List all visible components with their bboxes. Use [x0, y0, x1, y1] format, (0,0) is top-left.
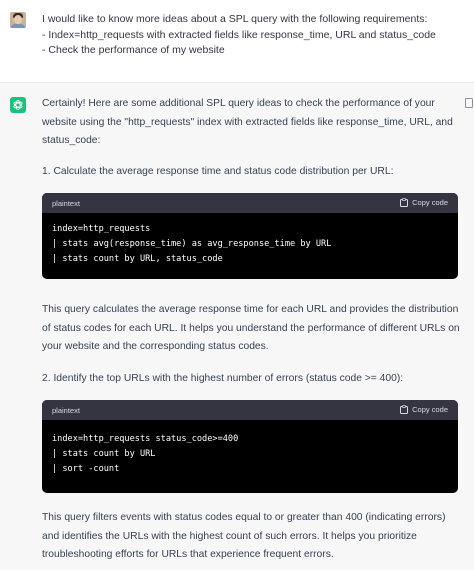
- user-message: I would like to know more ideas about a …: [0, 0, 474, 82]
- assistant-message: Certainly! Here are some additional SPL …: [0, 82, 474, 570]
- code-line: | sort -count: [52, 464, 120, 474]
- copy-code-button[interactable]: Copy code: [400, 405, 448, 414]
- code-content: index=http_requests | stats avg(response…: [42, 213, 458, 267]
- code-block-1: plaintext Copy code index=http_requests …: [42, 193, 458, 279]
- copy-code-button[interactable]: Copy code: [400, 198, 448, 207]
- openai-logo-icon: [10, 97, 26, 113]
- code-line: | stats avg(response_time) as avg_respon…: [52, 239, 332, 249]
- code-language-label: plaintext: [52, 406, 80, 415]
- code-line: index=http_requests status_code>=400: [52, 434, 239, 444]
- code-block-header: plaintext Copy code: [42, 193, 458, 213]
- code-line: | stats count by URL: [52, 449, 156, 459]
- user-line: I would like to know more ideas about a …: [42, 13, 428, 25]
- explanation-line: your website and the corresponding statu…: [42, 341, 269, 352]
- explanation-line: This query filters events with status co…: [42, 512, 446, 523]
- clipboard-icon: [400, 198, 409, 207]
- explanation-line: This query calculates the average respon…: [42, 304, 459, 315]
- explanation-2: This query filters events with status co…: [42, 509, 446, 565]
- user-line: - Check the performance of my website: [42, 44, 225, 56]
- list-item-1-text: 1. Calculate the average response time a…: [42, 166, 394, 177]
- intro-line: status_code:: [42, 135, 101, 146]
- code-block-header: plaintext Copy code: [42, 400, 458, 420]
- user-message-text: I would like to know more ideas about a …: [42, 12, 436, 59]
- code-line: | stats count by URL, status_code: [52, 254, 223, 264]
- copy-message-icon[interactable]: [465, 98, 473, 108]
- user-line: - Index=http_requests with extracted fie…: [42, 28, 436, 41]
- intro-line: website using the "http_requests" index …: [42, 116, 453, 128]
- explanation-line: troubleshooting efforts for URLs that ex…: [42, 549, 334, 560]
- copy-code-label: Copy code: [412, 405, 448, 414]
- code-block-2: plaintext Copy code index=http_requests …: [42, 400, 458, 493]
- list-item-2: 2. Identify the top URLs with the highes…: [42, 370, 403, 389]
- assistant-intro: Certainly! Here are some additional SPL …: [42, 95, 453, 151]
- user-avatar: [10, 12, 26, 28]
- list-item-2-text: 2. Identify the top URLs with the highes…: [42, 373, 404, 384]
- explanation-line: and identifies the URLs with the highest…: [42, 530, 417, 542]
- explanation-1: This query calculates the average respon…: [42, 301, 460, 357]
- copy-code-label: Copy code: [412, 198, 448, 207]
- explanation-line: of status codes for each URL. It helps y…: [42, 322, 460, 334]
- code-line: index=http_requests: [52, 224, 151, 234]
- code-content: index=http_requests status_code>=400 | s…: [42, 420, 458, 477]
- intro-line: Certainly! Here are some additional SPL …: [42, 98, 435, 109]
- clipboard-icon: [400, 405, 409, 414]
- list-item-1: 1. Calculate the average response time a…: [42, 163, 393, 182]
- code-language-label: plaintext: [52, 199, 80, 208]
